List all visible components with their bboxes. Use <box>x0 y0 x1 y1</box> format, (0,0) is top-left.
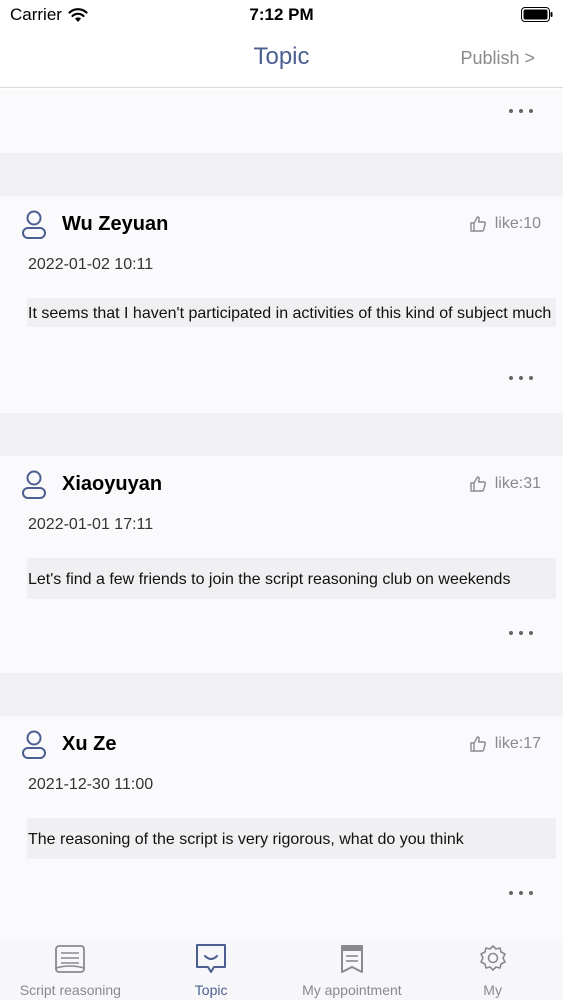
card-separator <box>0 413 563 456</box>
tab-label: Script reasoning <box>19 982 121 998</box>
tab-script-reasoning[interactable]: Script reasoning <box>0 940 141 1000</box>
like-count: like:10 <box>494 215 541 232</box>
nav-bar: Topic Publish > <box>0 30 563 88</box>
like-button[interactable]: like:17 <box>469 735 541 753</box>
post-content[interactable]: It seems that I haven't participated in … <box>27 298 556 327</box>
post-author[interactable]: Wu Zeyuan <box>62 213 168 236</box>
like-count: like:31 <box>494 475 541 492</box>
tab-topic[interactable]: Topic <box>141 940 282 1000</box>
thumbs-up-icon <box>470 476 486 492</box>
like-button[interactable]: like:10 <box>469 215 541 233</box>
post-card: Wu Zeyuan like:10 2022-01-02 10:11 It se… <box>0 196 563 413</box>
post-card: Xiaoyuyan like:31 2022-01-01 17:11 Let's… <box>0 456 563 673</box>
card-separator <box>0 153 563 196</box>
status-bar: Carrier 7:12 PM <box>0 0 563 30</box>
tab-label: My appointment <box>302 982 402 998</box>
status-time: 7:12 PM <box>249 5 314 24</box>
chat-bubble-icon <box>196 944 227 973</box>
tab-my-appointment[interactable]: My appointment <box>282 940 423 1000</box>
tab-label: Topic <box>194 982 228 998</box>
post-card: Xu Ze like:17 2021-12-30 11:00 The reaso… <box>0 716 563 940</box>
like-button[interactable]: like:31 <box>469 475 541 493</box>
book-icon <box>55 945 86 973</box>
user-avatar-icon <box>22 730 46 759</box>
thumbs-up-icon <box>470 736 486 752</box>
post-author[interactable]: Xu Ze <box>62 733 116 756</box>
more-options-icon[interactable] <box>509 109 533 115</box>
thumbs-up-icon <box>470 216 486 232</box>
like-count: like:17 <box>494 735 541 752</box>
tab-bar: Script reasoning Topic My appointment My <box>0 940 563 1000</box>
previous-card-tail <box>0 89 563 153</box>
gear-icon <box>479 945 506 971</box>
tab-my[interactable]: My <box>422 940 563 1000</box>
topic-feed[interactable]: Wu Zeyuan like:10 2022-01-02 10:11 It se… <box>0 89 563 940</box>
more-options-icon[interactable] <box>509 631 533 637</box>
post-date: 2022-01-01 17:11 <box>28 516 154 533</box>
user-avatar-icon <box>22 210 46 239</box>
user-avatar-icon <box>22 470 46 499</box>
post-author[interactable]: Xiaoyuyan <box>62 473 162 496</box>
post-content[interactable]: The reasoning of the script is very rigo… <box>27 818 556 859</box>
post-date: 2022-01-02 10:11 <box>28 256 154 273</box>
card-separator <box>0 673 563 716</box>
battery-icon <box>521 7 553 22</box>
publish-button[interactable]: Publish > <box>460 48 535 69</box>
post-content[interactable]: Let's find a few friends to join the scr… <box>27 558 556 599</box>
more-options-icon[interactable] <box>509 891 533 897</box>
tab-label: My <box>483 982 502 998</box>
bookmark-icon <box>340 945 363 973</box>
more-options-icon[interactable] <box>509 376 533 382</box>
post-date: 2021-12-30 11:00 <box>28 776 154 793</box>
